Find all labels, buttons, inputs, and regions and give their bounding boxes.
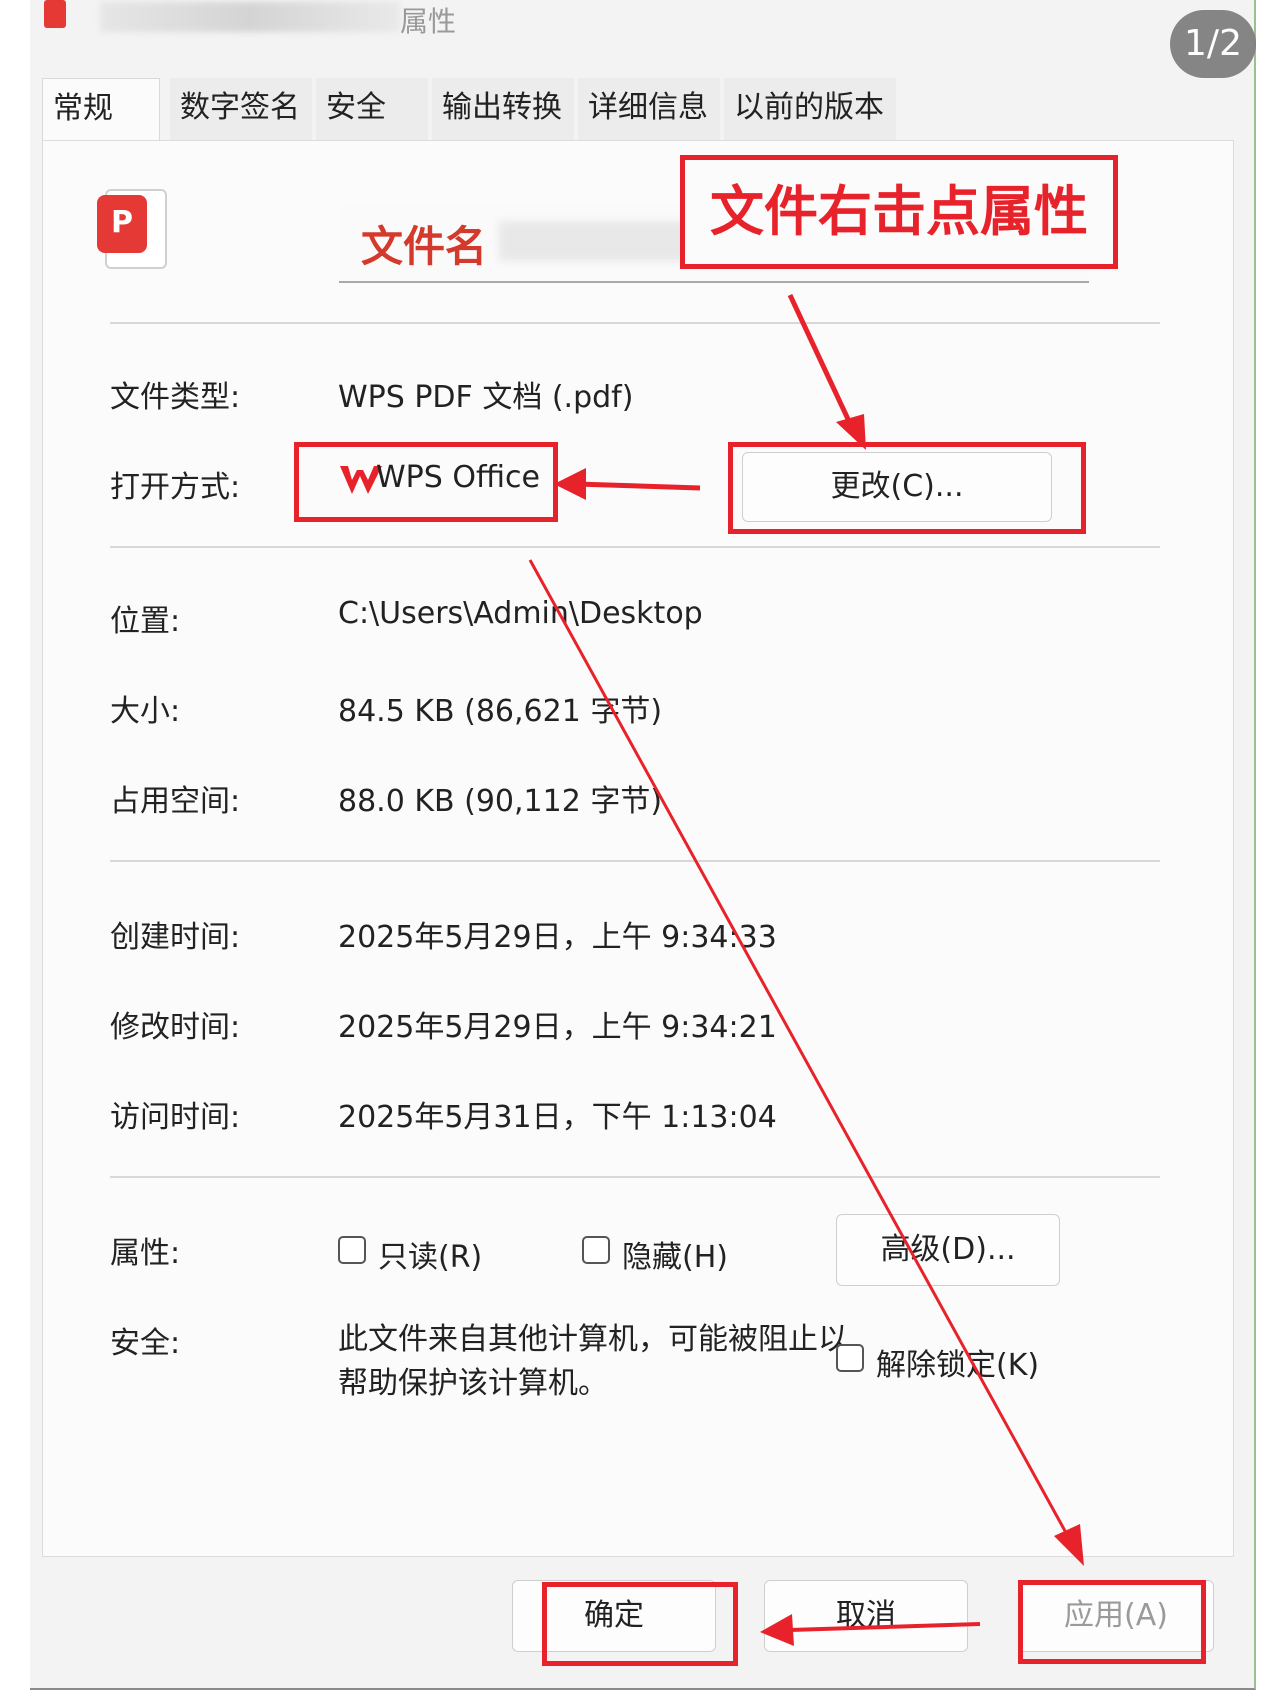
window-title: 属性 (400, 5, 457, 38)
highlight-apply-button (1018, 1580, 1206, 1664)
modified-label: 修改时间: (110, 1010, 241, 1045)
tab-general[interactable]: 常规 (42, 78, 160, 142)
highlight-change-button (728, 442, 1086, 534)
hidden-checkbox[interactable] (582, 1236, 610, 1264)
pdf-file-icon (44, 0, 66, 28)
file-name-text: 文件名 (361, 222, 488, 271)
disk-size-label: 占用空间: (110, 784, 241, 819)
created-label: 创建时间: (110, 920, 241, 955)
modified-value: 2025年5月29日，上午 9:34:21 (338, 1010, 777, 1045)
divider (110, 860, 1160, 862)
divider (110, 322, 1160, 324)
file-type-value: WPS PDF 文档 (.pdf) (338, 380, 634, 415)
annotation-callout: 文件右击点属性 (680, 155, 1118, 269)
readonly-checkbox[interactable] (338, 1236, 366, 1264)
location-value: C:\Users\Admin\Desktop (338, 596, 703, 631)
tab-digital-signature[interactable]: 数字签名 (170, 78, 312, 140)
image-page-counter: 1/2 (1170, 10, 1256, 78)
highlight-open-with (294, 442, 558, 522)
advanced-button[interactable]: 高级(D)... (836, 1214, 1060, 1286)
file-type-label: 文件类型: (110, 380, 241, 415)
size-label: 大小: (110, 694, 181, 729)
divider (110, 546, 1160, 548)
wps-pdf-file-icon: P (97, 189, 167, 269)
blurred-filename (499, 221, 709, 261)
attributes-label: 属性: (110, 1236, 181, 1271)
cancel-button[interactable]: 取消 (764, 1580, 968, 1652)
unblock-label: 解除锁定(K) (876, 1348, 1040, 1383)
created-value: 2025年5月29日，上午 9:34:33 (338, 920, 777, 955)
size-value: 84.5 KB (86,621 字节) (338, 694, 663, 729)
tab-security[interactable]: 安全 (316, 78, 428, 140)
open-with-label: 打开方式: (110, 470, 241, 505)
accessed-value: 2025年5月31日，下午 1:13:04 (338, 1100, 777, 1135)
blurred-title (100, 2, 400, 32)
hidden-label: 隐藏(H) (622, 1240, 728, 1275)
unblock-checkbox[interactable] (836, 1344, 864, 1372)
security-label: 安全: (110, 1326, 181, 1361)
highlight-ok-button (542, 1582, 738, 1666)
title-bar: 属性 (30, 0, 1254, 68)
tab-previous-versions[interactable]: 以前的版本 (724, 78, 896, 140)
divider (110, 1176, 1160, 1178)
tab-details[interactable]: 详细信息 (578, 78, 720, 140)
accessed-label: 访问时间: (110, 1100, 241, 1135)
security-message: 此文件来自其他计算机，可能被阻止以帮助保护该计算机。 (338, 1322, 848, 1401)
disk-size-value: 88.0 KB (90,112 字节) (338, 784, 663, 819)
tab-output-conversion[interactable]: 输出转换 (432, 78, 574, 140)
location-label: 位置: (110, 604, 181, 639)
readonly-label: 只读(R) (378, 1240, 483, 1275)
